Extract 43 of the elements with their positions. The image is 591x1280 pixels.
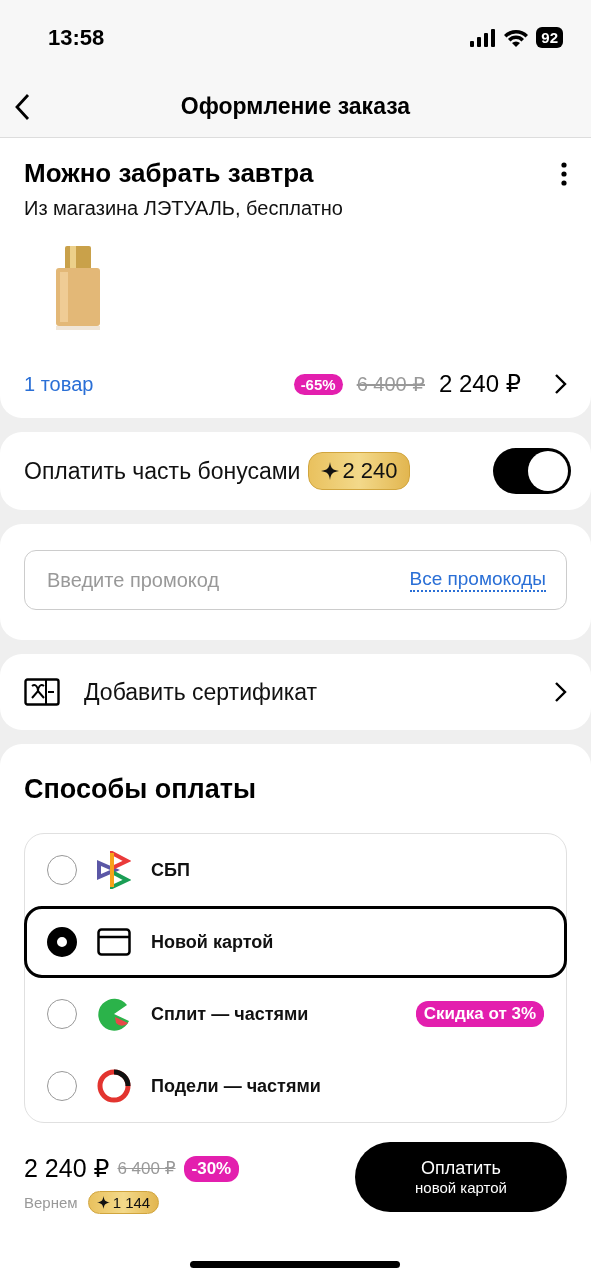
price: 2 240 ₽ — [439, 370, 521, 398]
sparkle-icon — [321, 462, 340, 480]
all-promocodes-link[interactable]: Все промокоды — [409, 568, 546, 592]
more-icon[interactable] — [561, 161, 567, 186]
bonus-amount: 2 240 — [308, 452, 411, 490]
payment-method[interactable]: СБП — [24, 834, 567, 906]
payment-method[interactable]: Подели — частями — [24, 1050, 567, 1122]
card-icon — [97, 928, 131, 956]
old-price: 6 400 ₽ — [356, 372, 425, 396]
old-total-price: 6 400 ₽ — [117, 1158, 176, 1179]
battery-level: 92 — [536, 27, 563, 48]
radio-button[interactable] — [47, 1071, 77, 1101]
bonus-toggle[interactable] — [493, 448, 571, 494]
cashback-amount: 1 144 — [87, 1191, 160, 1214]
radio-button[interactable] — [47, 927, 77, 957]
podeli-logo-icon — [97, 1069, 131, 1103]
split-logo-icon — [97, 997, 131, 1031]
sbp-logo-icon — [97, 851, 131, 889]
chevron-right-icon — [553, 373, 567, 395]
cashback-label: Вернем — [24, 1194, 78, 1211]
payment-method[interactable]: Новой картой — [24, 906, 567, 978]
discount-badge: -30% — [183, 1155, 240, 1182]
items-link[interactable]: 1 товар — [24, 372, 280, 396]
status-time: 13:58 — [48, 24, 105, 51]
promo-field[interactable]: Введите промокод Все промокоды — [24, 550, 567, 610]
payment-title: Способы оплаты — [24, 774, 257, 805]
page-title: Оформление заказа — [180, 92, 411, 120]
payment-method[interactable]: Сплит — частями Скидка от 3% — [24, 978, 567, 1050]
delivery-title: Можно забрать завтра — [24, 158, 314, 189]
radio-button[interactable] — [47, 855, 77, 885]
discount-badge: -65% — [293, 373, 343, 395]
add-certificate-button[interactable]: Добавить сертификат — [24, 678, 567, 706]
wifi-icon — [504, 28, 529, 47]
sparkle-icon — [96, 1196, 110, 1209]
gift-card-icon — [24, 678, 60, 706]
pay-button[interactable]: Оплатить новой картой — [355, 1142, 567, 1212]
discount-badge: Скидка от 3% — [415, 1001, 544, 1027]
signal-icon — [470, 28, 497, 47]
bonus-label: Оплатить часть бонусами — [24, 457, 301, 485]
delivery-subtitle: Из магазина ЛЭТУАЛЬ, бесплатно — [24, 197, 344, 220]
total-price: 2 240 ₽ — [24, 1154, 110, 1183]
chevron-right-icon — [553, 681, 567, 703]
radio-button[interactable] — [47, 999, 77, 1029]
